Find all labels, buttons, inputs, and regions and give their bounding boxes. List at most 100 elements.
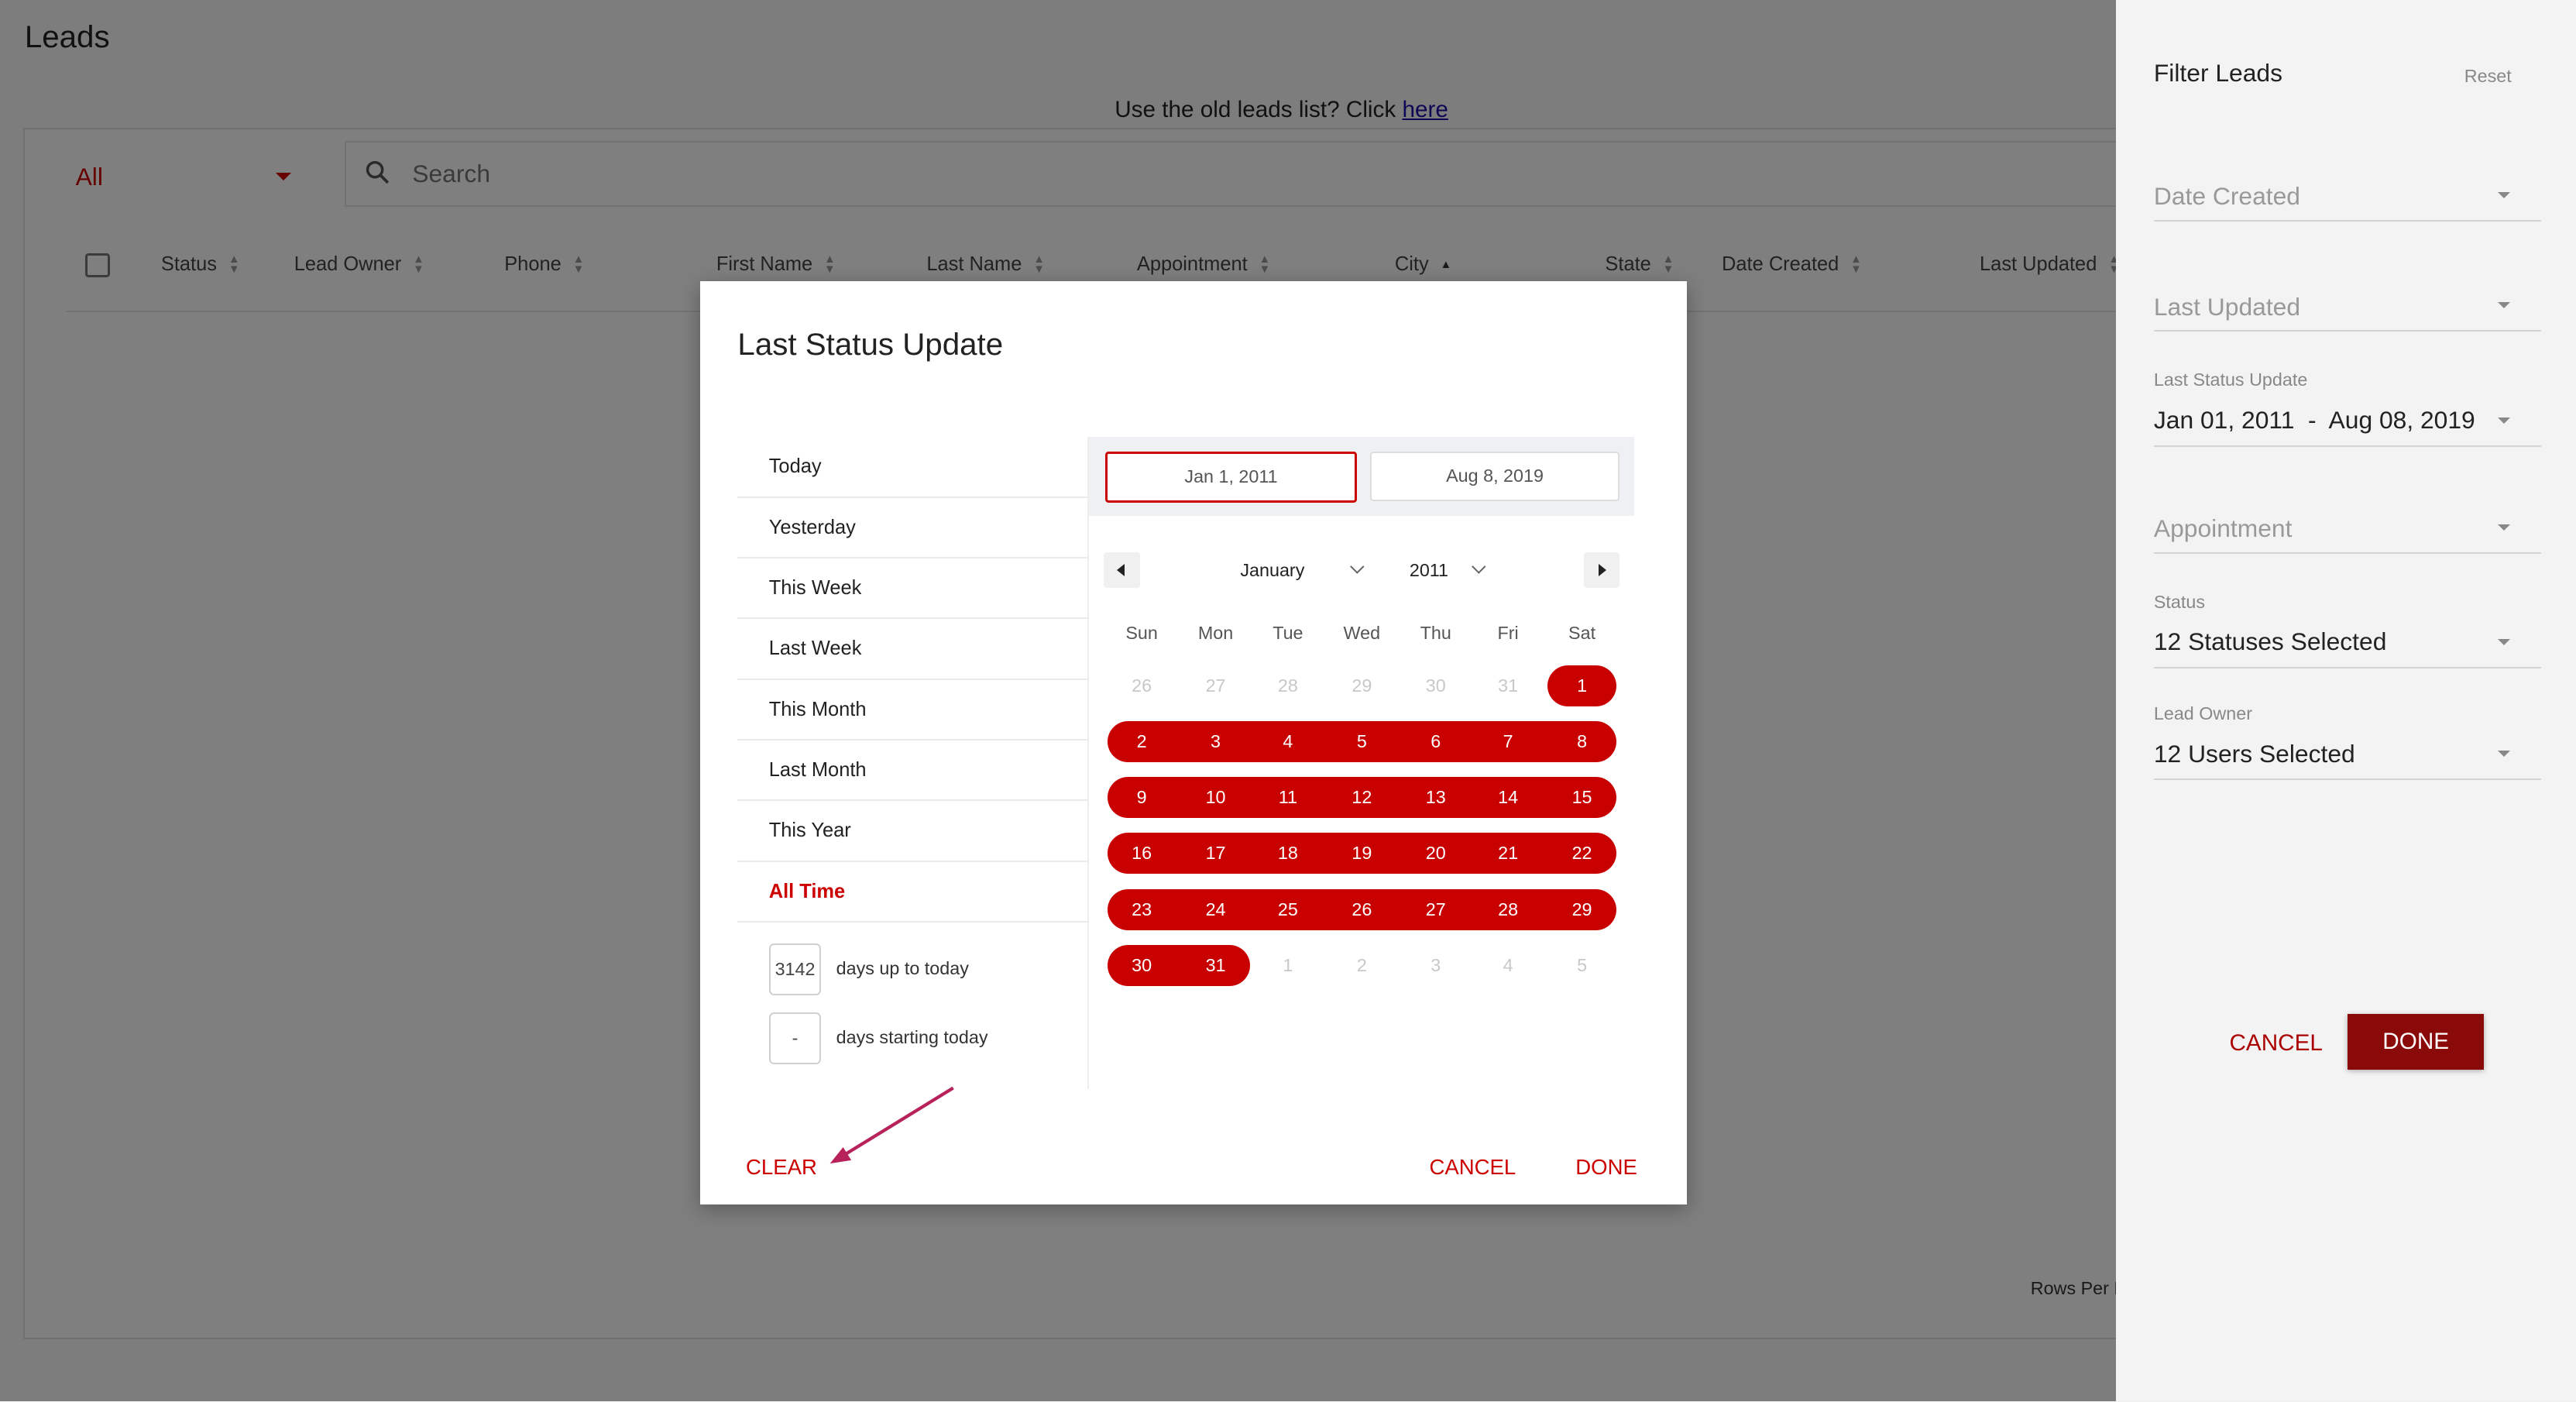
calendar-day[interactable]: 27 bbox=[1183, 665, 1249, 706]
calendar-day[interactable]: 30 bbox=[1109, 945, 1175, 986]
preset-today[interactable]: Today bbox=[737, 437, 1088, 498]
weekday-label: Sun bbox=[1125, 622, 1158, 643]
calendar-day[interactable]: 11 bbox=[1255, 777, 1321, 818]
month-value: January bbox=[1240, 560, 1305, 581]
clear-button[interactable]: CLEAR bbox=[746, 1155, 817, 1180]
calendar-day[interactable]: 31 bbox=[1183, 945, 1249, 986]
next-month-button[interactable] bbox=[1583, 552, 1620, 589]
last-status-update-select[interactable]: Last Status Update Jan 01, 2011 - Aug 08… bbox=[2153, 369, 2542, 447]
calendar: Jan 1, 2011 Aug 8, 2019 January 2011 Sun… bbox=[1087, 437, 1635, 1090]
calendar-day[interactable]: 2 bbox=[1109, 721, 1175, 762]
calendar-day[interactable]: 30 bbox=[1403, 665, 1468, 706]
start-date-input[interactable]: Jan 1, 2011 bbox=[1105, 452, 1357, 503]
days-start-input[interactable]: - bbox=[768, 1012, 822, 1065]
calendar-day[interactable]: 16 bbox=[1109, 833, 1175, 874]
weekday-label: Sat bbox=[1568, 622, 1596, 643]
caret-down-icon bbox=[2498, 192, 2511, 198]
calendar-day[interactable]: 14 bbox=[1475, 777, 1541, 818]
calendar-day[interactable]: 27 bbox=[1403, 889, 1468, 930]
dialog-title: Last Status Update bbox=[737, 327, 1004, 363]
dialog-done-button[interactable]: DONE bbox=[1575, 1155, 1637, 1180]
last-updated-select[interactable]: Last Updated bbox=[2153, 274, 2542, 332]
chevron-right-icon bbox=[1598, 563, 1606, 576]
calendar-day[interactable]: 25 bbox=[1255, 889, 1321, 930]
caret-down-icon bbox=[2498, 639, 2511, 645]
date-created-select[interactable]: Date Created bbox=[2153, 164, 2542, 222]
preset-all-time[interactable]: All Time bbox=[737, 862, 1088, 923]
calendar-day[interactable]: 7 bbox=[1475, 721, 1541, 762]
reset-link[interactable]: Reset bbox=[2464, 66, 2512, 87]
calendar-day[interactable]: 24 bbox=[1183, 889, 1249, 930]
calendar-day[interactable]: 29 bbox=[1329, 665, 1395, 706]
calendar-day[interactable]: 6 bbox=[1403, 721, 1468, 762]
weekday-label: Wed bbox=[1343, 622, 1381, 643]
preset-this-year[interactable]: This Year bbox=[737, 801, 1088, 862]
field-value: 12 Users Selected bbox=[2153, 739, 2355, 768]
caret-down-icon bbox=[2498, 524, 2511, 531]
calendar-day[interactable]: 26 bbox=[1109, 665, 1175, 706]
calendar-day[interactable]: 28 bbox=[1475, 889, 1541, 930]
preset-list: Today Yesterday This Week Last Week This… bbox=[737, 437, 1088, 923]
calendar-day[interactable]: 4 bbox=[1255, 721, 1321, 762]
caret-down-icon bbox=[2498, 302, 2511, 308]
weekday-label: Fri bbox=[1497, 622, 1519, 643]
calendar-day[interactable]: 1 bbox=[1549, 665, 1615, 706]
weekday-label: Thu bbox=[1420, 622, 1451, 643]
calendar-day[interactable]: 12 bbox=[1329, 777, 1395, 818]
year-value: 2011 bbox=[1409, 560, 1449, 581]
calendar-day[interactable]: 31 bbox=[1475, 665, 1541, 706]
calendar-day[interactable]: 3 bbox=[1183, 721, 1249, 762]
end-date-input[interactable]: Aug 8, 2019 bbox=[1369, 452, 1620, 501]
status-select[interactable]: Status 12 Statuses Selected bbox=[2153, 592, 2542, 669]
calendar-day[interactable]: 2 bbox=[1329, 945, 1395, 986]
calendar-day[interactable]: 23 bbox=[1109, 889, 1175, 930]
field-label: Lead Owner bbox=[2153, 703, 2252, 723]
calendar-day[interactable]: 21 bbox=[1475, 833, 1541, 874]
calendar-day[interactable]: 19 bbox=[1329, 833, 1395, 874]
date-created-placeholder: Date Created bbox=[2153, 182, 2300, 211]
calendar-day[interactable]: 8 bbox=[1549, 721, 1615, 762]
calendar-day[interactable]: 5 bbox=[1329, 721, 1395, 762]
calendar-day[interactable]: 17 bbox=[1183, 833, 1249, 874]
preset-yesterday[interactable]: Yesterday bbox=[737, 498, 1088, 558]
calendar-day[interactable]: 20 bbox=[1403, 833, 1468, 874]
panel-done-button[interactable]: DONE bbox=[2348, 1013, 2485, 1070]
panel-title: Filter Leads bbox=[2153, 59, 2283, 88]
lead-owner-select[interactable]: Lead Owner 12 Users Selected bbox=[2153, 703, 2542, 781]
chevron-down-icon bbox=[1350, 559, 1364, 574]
dialog-cancel-button[interactable]: CANCEL bbox=[1429, 1155, 1516, 1180]
panel-cancel-button[interactable]: CANCEL bbox=[2229, 1030, 2322, 1057]
preset-this-week[interactable]: This Week bbox=[737, 558, 1088, 620]
calendar-day[interactable]: 1 bbox=[1255, 945, 1321, 986]
year-select[interactable]: 2011 bbox=[1410, 560, 1448, 581]
calendar-day[interactable]: 10 bbox=[1183, 777, 1249, 818]
calendar-day[interactable]: 28 bbox=[1255, 665, 1321, 706]
calendar-day[interactable]: 13 bbox=[1403, 777, 1468, 818]
caret-down-icon bbox=[2498, 751, 2511, 757]
calendar-day[interactable]: 4 bbox=[1475, 945, 1541, 986]
calendar-day[interactable]: 9 bbox=[1109, 777, 1175, 818]
appointment-placeholder: Appointment bbox=[2153, 514, 2293, 542]
calendar-day[interactable]: 15 bbox=[1549, 777, 1615, 818]
preset-last-week[interactable]: Last Week bbox=[737, 619, 1088, 680]
chevron-left-icon bbox=[1117, 563, 1125, 576]
weekday-label: Mon bbox=[1197, 622, 1234, 643]
calendar-day[interactable]: 22 bbox=[1549, 833, 1615, 874]
days-up-label: days up to today bbox=[836, 957, 969, 978]
calendar-day[interactable]: 29 bbox=[1549, 889, 1615, 930]
filter-panel: Filter Leads Reset Date Created Last Upd… bbox=[2116, 0, 2576, 1402]
calendar-day[interactable]: 5 bbox=[1549, 945, 1615, 986]
appointment-select[interactable]: Appointment bbox=[2153, 497, 2542, 554]
field-value: Jan 01, 2011 - Aug 08, 2019 bbox=[2153, 405, 2475, 434]
calendar-day[interactable]: 18 bbox=[1255, 833, 1321, 874]
date-range-inputs: Jan 1, 2011 Aug 8, 2019 bbox=[1089, 437, 1635, 517]
preset-last-month[interactable]: Last Month bbox=[737, 741, 1088, 802]
days-up-input[interactable]: 3142 bbox=[768, 943, 822, 996]
prev-month-button[interactable] bbox=[1104, 552, 1140, 589]
weekday-label: Tue bbox=[1273, 622, 1303, 643]
preset-this-month[interactable]: This Month bbox=[737, 680, 1088, 741]
calendar-day[interactable]: 3 bbox=[1403, 945, 1468, 986]
caret-down-icon bbox=[2498, 417, 2511, 424]
month-select[interactable]: January bbox=[1240, 560, 1304, 581]
calendar-day[interactable]: 26 bbox=[1329, 889, 1395, 930]
